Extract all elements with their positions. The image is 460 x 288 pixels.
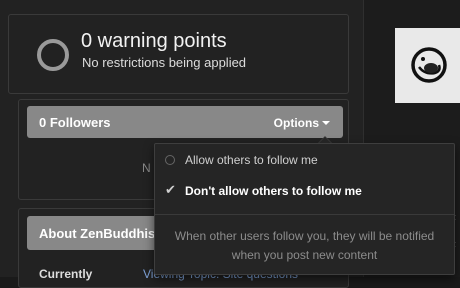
avatar-image: [411, 47, 447, 83]
about-title: About ZenBuddhis: [39, 226, 156, 241]
option-disallow-follow-label: Don't allow others to follow me: [185, 184, 362, 198]
checkmark-icon: ✔: [165, 182, 176, 197]
options-button[interactable]: Options: [274, 116, 319, 130]
warning-points-title: 0 warning points: [81, 30, 227, 52]
option-allow-follow[interactable]: Allow others to follow me: [155, 146, 454, 174]
warning-ring-icon: [37, 39, 69, 71]
option-allow-follow-label: Allow others to follow me: [185, 153, 318, 167]
follow-notice-line-2: when you post new content: [231, 248, 378, 262]
followers-options-menu: Allow others to follow me ✔ Don't allow …: [154, 143, 455, 275]
followers-title: 0 Followers: [39, 115, 111, 130]
profile-avatar[interactable]: [395, 28, 460, 103]
dropdown-pointer-inner: [319, 137, 331, 143]
warning-points-subtitle: No restrictions being applied: [82, 55, 247, 70]
followers-header: 0 Followers Options: [27, 106, 343, 138]
menu-divider: [155, 214, 454, 215]
followers-empty-text: N: [142, 161, 151, 175]
follow-notice: When other users follow you, they will b…: [155, 227, 454, 265]
option-disallow-follow[interactable]: ✔ Don't allow others to follow me: [155, 177, 454, 205]
caret-down-icon[interactable]: [322, 121, 330, 125]
warning-points-panel: 0 warning points No restrictions being a…: [8, 14, 349, 94]
about-row-label: Currently: [39, 267, 93, 281]
radio-icon: [165, 155, 175, 165]
follow-notice-line-1: When other users follow you, they will b…: [174, 229, 435, 243]
